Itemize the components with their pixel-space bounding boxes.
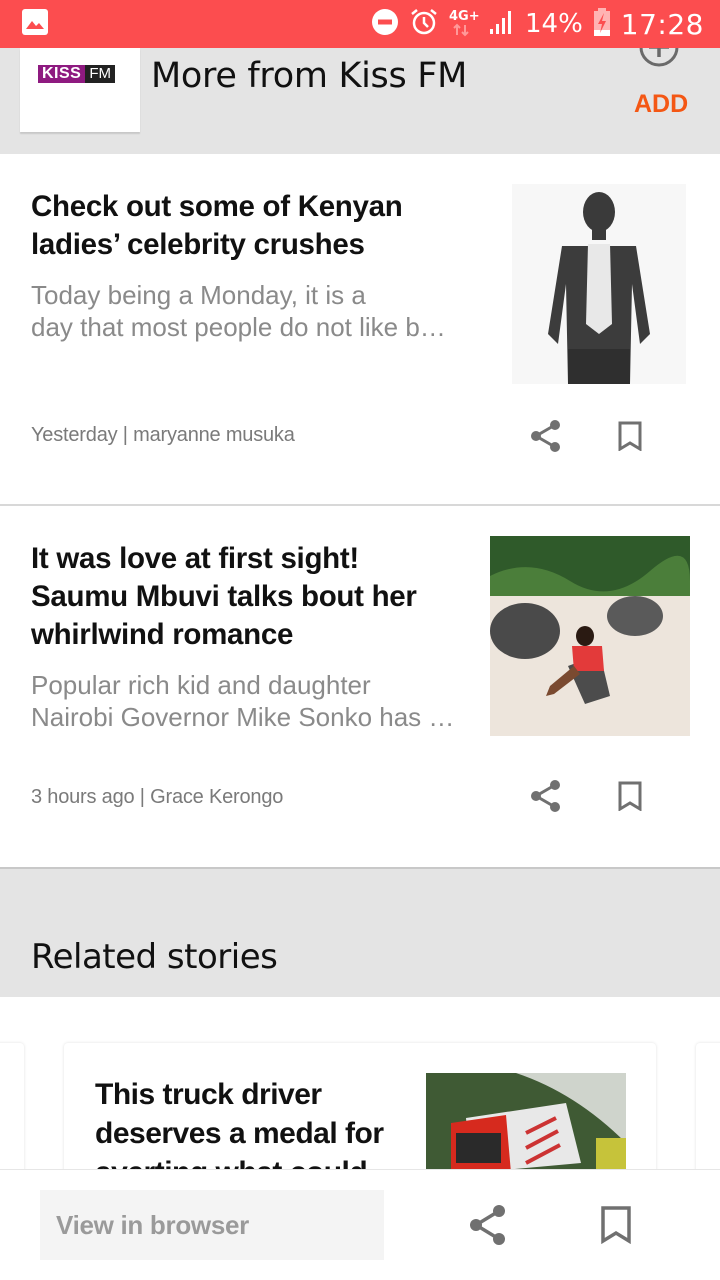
- 4g-plus-icon: 4G+: [449, 7, 480, 42]
- view-in-browser-button[interactable]: View in browser: [40, 1190, 384, 1260]
- article-meta: 3 hours ago | Grace Kerongo: [31, 786, 284, 808]
- related-stories-carousel[interactable]: This truck driver deserves a medal for a…: [0, 997, 720, 1172]
- article-snippet-line: day that most people do not like b…: [31, 312, 446, 342]
- logo-kiss-text: KISS: [38, 65, 86, 83]
- article-card[interactable]: It was love at first sight! Saumu Mbuvi …: [0, 506, 720, 866]
- red-truck-photo[interactable]: [426, 1073, 626, 1172]
- gallery-notification-icon: [22, 8, 48, 40]
- related-stories-title: Related stories: [31, 937, 278, 977]
- signal-icon: [489, 9, 515, 40]
- status-bar: 4G+ 14% 17:28: [0, 0, 720, 48]
- article-snippet-line: Today being a Monday, it is a: [31, 280, 366, 310]
- do-not-disturb-icon: [371, 8, 399, 41]
- related-card-title-line: deserves a medal for: [95, 1117, 384, 1150]
- add-source-button[interactable]: ADD: [634, 90, 688, 119]
- bookmark-icon[interactable]: [610, 416, 650, 456]
- battery-percent: 14%: [525, 9, 583, 39]
- article-title-line: ladies’ celebrity crushes: [31, 228, 365, 261]
- related-card-title-line: This truck driver: [95, 1078, 322, 1111]
- status-time: 17:28: [620, 7, 704, 41]
- article-snippet: Today being a Monday, it is a day that m…: [31, 279, 446, 343]
- related-card[interactable]: This truck driver deserves a medal for a…: [64, 1043, 656, 1172]
- share-icon[interactable]: [526, 416, 566, 456]
- network-type-text: 4G+: [449, 9, 479, 24]
- article-title-line: whirlwind romance: [31, 618, 294, 651]
- logo-fm-text: FM: [85, 65, 116, 83]
- article-title[interactable]: Check out some of Kenyan ladies’ celebri…: [31, 188, 403, 264]
- bottom-action-bar: View in browser: [0, 1169, 720, 1280]
- share-icon[interactable]: [526, 776, 566, 816]
- article-meta: Yesterday | maryanne musuka: [31, 424, 295, 446]
- source-logo[interactable]: KISS FM: [20, 48, 140, 132]
- article-title-line: Check out some of Kenyan: [31, 190, 403, 223]
- related-card-title: This truck driver deserves a medal for a…: [95, 1075, 405, 1172]
- bookmark-icon[interactable]: [610, 776, 650, 816]
- kiss-fm-logo: KISS FM: [38, 65, 116, 83]
- article-title-line: Saumu Mbuvi talks bout her: [31, 580, 417, 613]
- related-card-previous[interactable]: [0, 1043, 24, 1172]
- related-stories-header: Related stories: [0, 867, 720, 997]
- article-title-line: It was love at first sight!: [31, 542, 359, 575]
- alarm-icon: [409, 7, 439, 42]
- man-in-suit-photo[interactable]: [512, 184, 686, 384]
- article-title[interactable]: It was love at first sight! Saumu Mbuvi …: [31, 540, 417, 654]
- related-card-next[interactable]: [696, 1043, 720, 1172]
- woman-on-beach-rock-photo[interactable]: [490, 536, 690, 736]
- source-header: KISS FM More from Kiss FM ADD: [0, 42, 720, 154]
- article-snippet-line: Popular rich kid and daughter: [31, 670, 371, 700]
- battery-charging-icon: [593, 7, 611, 41]
- bookmark-icon[interactable]: [594, 1203, 638, 1247]
- article-snippet: Popular rich kid and daughter Nairobi Go…: [31, 669, 454, 733]
- share-icon[interactable]: [466, 1203, 510, 1247]
- article-card[interactable]: Check out some of Kenyan ladies’ celebri…: [0, 154, 720, 504]
- source-title: More from Kiss FM: [151, 56, 467, 96]
- article-snippet-line: Nairobi Governor Mike Sonko has …: [31, 702, 455, 732]
